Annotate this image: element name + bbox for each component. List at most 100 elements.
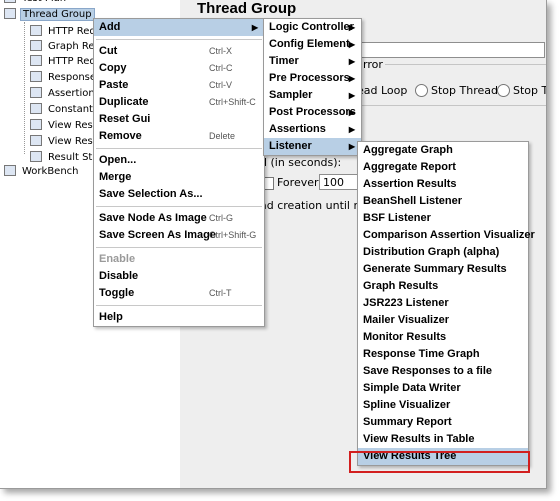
stop-thread-radio[interactable]: [415, 84, 428, 97]
node-icon: [30, 71, 42, 82]
node-icon: [30, 103, 42, 114]
listener-item-monitor-results[interactable]: Monitor Results: [358, 329, 528, 346]
add-menu-item-listener[interactable]: Listener ▶: [264, 138, 361, 155]
menu-item-label: Aggregate Graph: [363, 144, 453, 156]
add-menu-item-pre-processors[interactable]: Pre Processors ▶: [264, 70, 361, 87]
highlight-callout: [349, 451, 530, 473]
stop-thread-label: Stop Thread: [431, 84, 498, 97]
menu-item-save-node-as-image[interactable]: Save Node As Image Ctrl-G: [94, 210, 264, 227]
add-menu-item-post-processors[interactable]: Post Processors ▶: [264, 104, 361, 121]
listener-item-aggregate-graph[interactable]: Aggregate Graph: [358, 142, 528, 159]
listener-item-mailer-visualizer[interactable]: Mailer Visualizer: [358, 312, 528, 329]
menu-item-label: Help: [99, 311, 123, 323]
context-menu: Add ▶ Cut Ctrl-X Copy Ctrl-C Paste Ctrl-V Duplic…: [93, 18, 265, 327]
menu-item-label: Response Time Graph: [363, 348, 480, 360]
add-menu-item-assertions[interactable]: Assertions ▶: [264, 121, 361, 138]
menu-separator: [96, 305, 262, 306]
menu-item-label: Disable: [99, 270, 139, 282]
menu-item-label: Simple Data Writer: [363, 382, 461, 394]
menu-item-label: View Results in Table: [363, 433, 475, 445]
add-menu-item-logic-controller[interactable]: Logic Controller ▶: [264, 19, 361, 36]
listener-item-comparison-assertion-visualizer[interactable]: Comparison Assertion Visualizer: [358, 227, 535, 244]
menu-item-label: Monitor Results: [363, 331, 447, 343]
menu-item-reset-gui[interactable]: Reset Gui: [94, 111, 264, 128]
delay-thread-label: ad creation until ne: [260, 199, 368, 212]
submenu-arrow-icon: ▶: [348, 142, 355, 151]
submenu-arrow-icon: ▶: [348, 74, 355, 83]
listener-item-generate-summary-results[interactable]: Generate Summary Results: [358, 261, 528, 278]
tree-node-label: View Res: [48, 120, 93, 131]
listener-item-summary-report[interactable]: Summary Report: [358, 414, 528, 431]
listener-item-simple-data-writer[interactable]: Simple Data Writer: [358, 380, 528, 397]
menu-item-save-screen-as-image[interactable]: Save Screen As Image Ctrl+Shift-G: [94, 227, 264, 244]
menu-item-label: Timer: [269, 55, 299, 67]
menu-item-help[interactable]: Help: [94, 309, 264, 326]
menu-item-label: Comparison Assertion Visualizer: [363, 229, 535, 241]
menu-item-label: Spline Visualizer: [363, 399, 451, 411]
listener-item-graph-results[interactable]: Graph Results: [358, 278, 528, 295]
node-icon: [30, 25, 42, 36]
menu-item-label: Cut: [99, 45, 118, 57]
menu-item-label: Mailer Visualizer: [363, 314, 450, 326]
tree-node[interactable]: Response: [30, 70, 98, 86]
menu-item-label: Generate Summary Results: [363, 263, 507, 275]
tree-node[interactable]: View Res: [30, 118, 95, 134]
add-menu-item-sampler[interactable]: Sampler ▶: [264, 87, 361, 104]
menu-item-merge[interactable]: Merge: [94, 169, 264, 186]
menu-item-disable[interactable]: Disable: [94, 268, 264, 285]
node-icon: [30, 40, 42, 51]
tree-node-label: Response: [48, 72, 97, 83]
shortcut-hint: Delete: [209, 131, 236, 141]
tree-node[interactable]: Assertion: [30, 86, 97, 102]
shortcut-hint: Ctrl-T: [209, 288, 232, 298]
submenu-arrow-icon: ▶: [348, 91, 355, 100]
menu-item-label: Save Responses to a file: [363, 365, 492, 377]
add-menu-item-timer[interactable]: Timer ▶: [264, 53, 361, 70]
add-menu-item-config-element[interactable]: Config Element ▶: [264, 36, 361, 53]
listener-item-beanshell-listener[interactable]: BeanShell Listener: [358, 193, 528, 210]
menu-item-remove[interactable]: Remove Delete: [94, 128, 264, 145]
menu-item-label: Graph Results: [363, 280, 439, 292]
listener-item-bsf-listener[interactable]: BSF Listener: [358, 210, 528, 227]
menu-item-cut[interactable]: Cut Ctrl-X: [94, 43, 264, 60]
shortcut-hint: Ctrl+Shift-C: [209, 97, 256, 107]
menu-item-label: JSR223 Listener: [363, 297, 449, 309]
shortcut-hint: Ctrl-G: [209, 213, 233, 223]
menu-item-label: Post Processors: [269, 106, 356, 118]
listener-item-aggregate-report[interactable]: Aggregate Report: [358, 159, 528, 176]
tree-node[interactable]: WorkBench: [4, 164, 81, 180]
listener-item-spline-visualizer[interactable]: Spline Visualizer: [358, 397, 528, 414]
tree-node[interactable]: Thread Group: [4, 7, 95, 23]
menu-item-label: Copy: [99, 62, 127, 74]
listener-item-distribution-graph-alpha[interactable]: Distribution Graph (alpha): [358, 244, 528, 261]
page-title: Thread Group: [197, 0, 297, 17]
tree-node[interactable]: Graph Res: [30, 39, 102, 55]
listener-item-response-time-graph[interactable]: Response Time Graph: [358, 346, 528, 363]
shortcut-hint: Ctrl-V: [209, 80, 232, 90]
menu-item-label: Open...: [99, 154, 137, 166]
menu-separator: [96, 148, 262, 149]
menu-item-label: Reset Gui: [99, 113, 151, 125]
tree-node-label: WorkBench: [22, 166, 79, 177]
tree-connector: [24, 22, 25, 154]
node-icon: [30, 119, 42, 130]
tree-node[interactable]: View Res: [30, 134, 95, 150]
menu-item-duplicate[interactable]: Duplicate Ctrl+Shift-C: [94, 94, 264, 111]
listener-item-assertion-results[interactable]: Assertion Results: [358, 176, 528, 193]
menu-item-open[interactable]: Open...: [94, 152, 264, 169]
menu-item-toggle[interactable]: Toggle Ctrl-T: [94, 285, 264, 302]
tree-node-label: Thread Group: [20, 8, 95, 21]
listener-item-jsr223-listener[interactable]: JSR223 Listener: [358, 295, 528, 312]
stop-test-radio[interactable]: [497, 84, 510, 97]
menu-item-label: Pre Processors: [269, 72, 350, 84]
menu-item-add[interactable]: Add ▶: [94, 19, 264, 36]
listener-item-save-responses-to-a-file[interactable]: Save Responses to a file: [358, 363, 528, 380]
submenu-arrow-icon: ▶: [348, 57, 355, 66]
menu-item-save-selection-as[interactable]: Save Selection As...: [94, 186, 264, 203]
menu-item-label: Remove: [99, 130, 142, 142]
listener-item-view-results-in-table[interactable]: View Results in Table: [358, 431, 528, 448]
comments-field[interactable]: [360, 42, 545, 58]
menu-item-copy[interactable]: Copy Ctrl-C: [94, 60, 264, 77]
menu-item-paste[interactable]: Paste Ctrl-V: [94, 77, 264, 94]
tree-node[interactable]: Test Plan: [4, 0, 68, 7]
